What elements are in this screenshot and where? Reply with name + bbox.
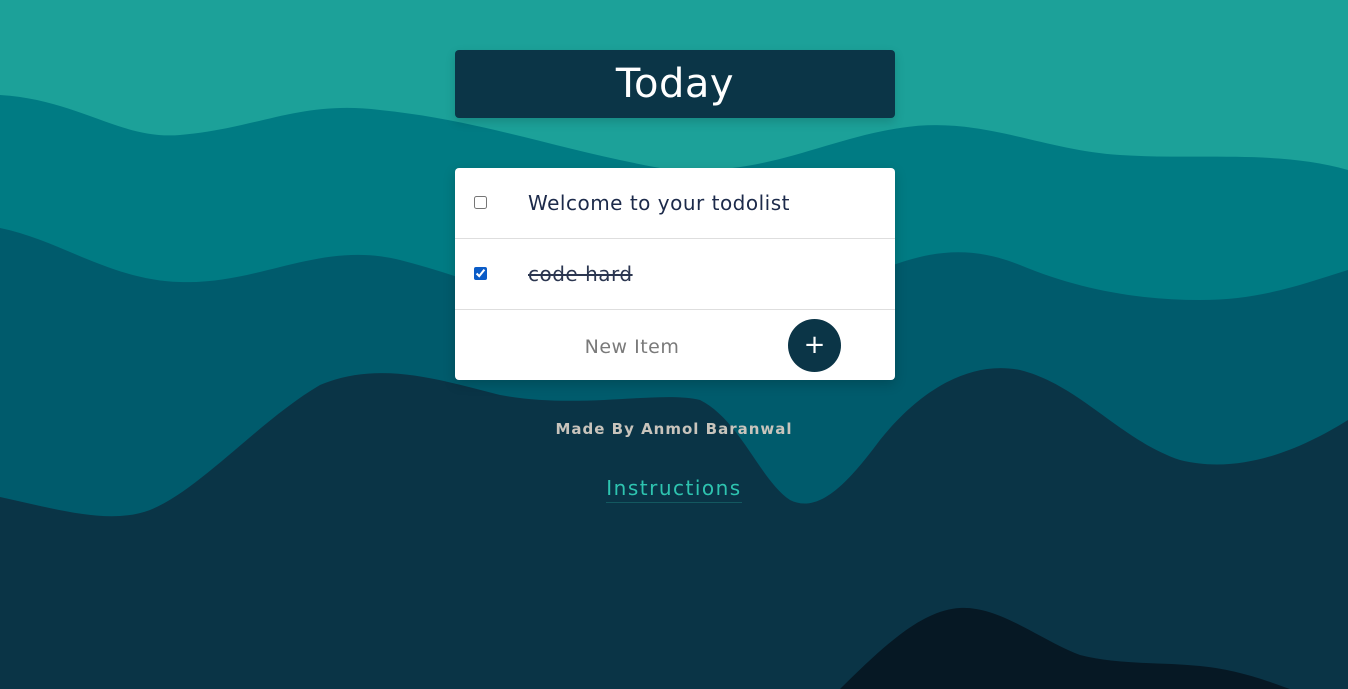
todo-list-card: Welcome to your todolist code hard + xyxy=(455,168,895,380)
new-item-row: + xyxy=(455,310,895,380)
todo-item-label: code hard xyxy=(528,262,633,286)
list-item: code hard xyxy=(455,239,895,310)
todo-item-checkbox[interactable] xyxy=(474,196,487,209)
page-title: Today xyxy=(615,61,735,107)
todo-item-label: Welcome to your todolist xyxy=(528,191,790,215)
plus-icon: + xyxy=(803,330,826,360)
instructions-container: Instructions xyxy=(0,476,1348,503)
header-banner: Today xyxy=(455,50,895,118)
todo-item-checkbox[interactable] xyxy=(474,267,487,280)
add-item-button[interactable]: + xyxy=(788,319,841,372)
new-item-input[interactable] xyxy=(525,328,739,366)
footer-credit: Made By Anmol Baranwal xyxy=(555,420,793,438)
list-item: Welcome to your todolist xyxy=(455,168,895,239)
instructions-link[interactable]: Instructions xyxy=(606,476,742,503)
